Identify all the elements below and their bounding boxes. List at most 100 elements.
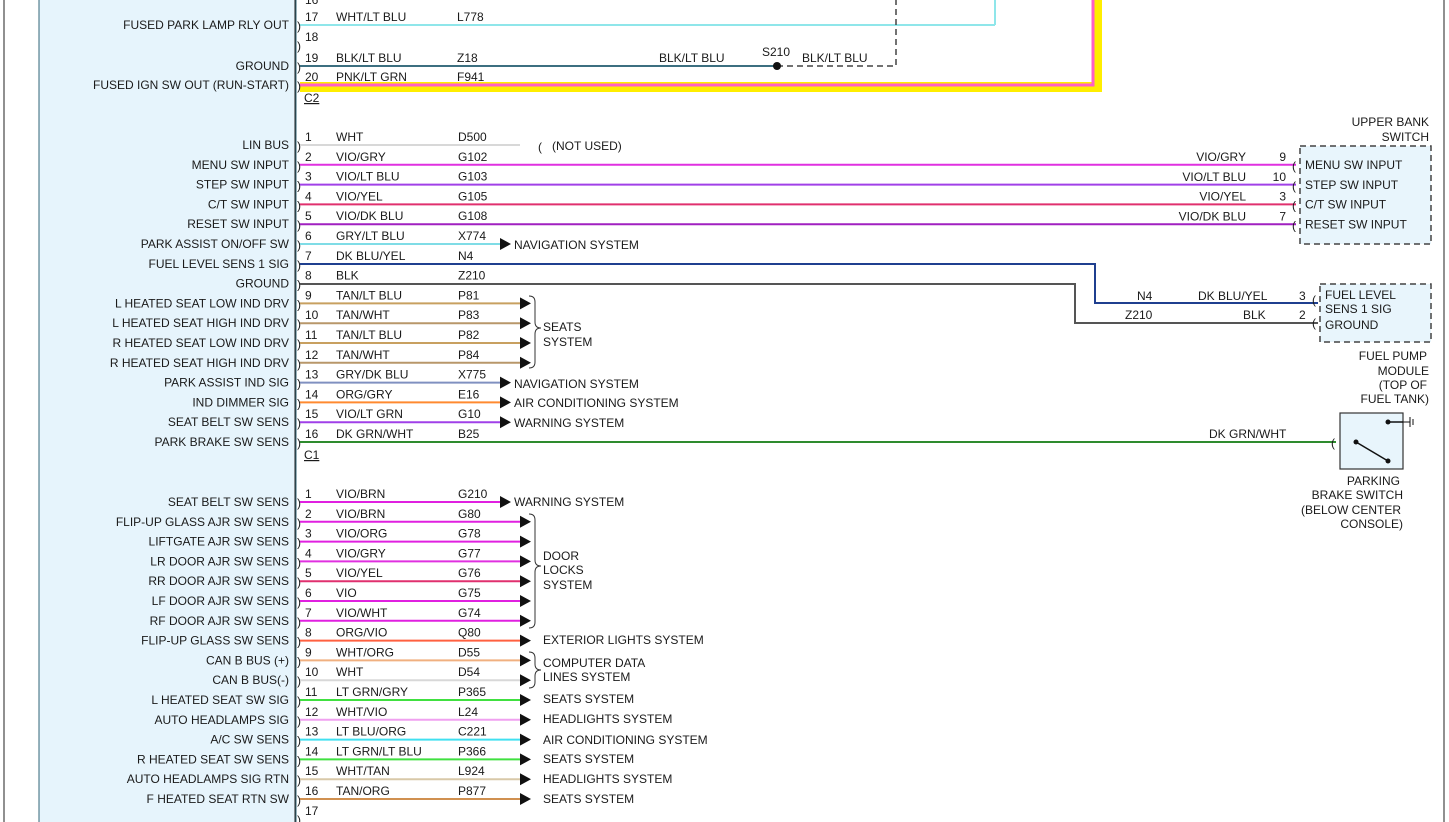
c1-pin-number: 2	[305, 150, 312, 164]
c1-circuit: E16	[458, 387, 480, 401]
c3-pin-label: F HEATED SEAT RTN SW	[147, 792, 290, 806]
c1-pin-label: FUEL LEVEL SENS 1 SIG	[148, 257, 289, 271]
ub-bracket: (	[1292, 218, 1296, 232]
c3-pin-number: 12	[305, 705, 319, 719]
c3-pin-label: A/C SW SENS	[210, 733, 289, 747]
c1-wire-arrow	[500, 376, 511, 389]
c3-circuit: G80	[458, 507, 481, 521]
c1-wire-color: TAN/LT BLU	[336, 288, 402, 302]
c3-pin-label: CAN B BUS(-)	[212, 673, 289, 687]
c1-connector-name: C1	[304, 448, 320, 462]
c2-wire-color: WHT/LT BLU	[336, 10, 406, 24]
c3-pin-label: LIFTGATE AJR SW SENS	[149, 535, 289, 549]
fuel-title-2: MODULE	[1378, 364, 1429, 378]
c2-pin-number: 17	[305, 10, 319, 24]
splice-left-color: BLK/LT BLU	[659, 51, 725, 65]
c3-pin-number: 13	[305, 725, 319, 739]
c1-circuit: G108	[458, 209, 488, 223]
c3-pin-number: 17	[305, 804, 319, 818]
c3-circuit: L924	[458, 764, 485, 778]
c3-wire-color: LT GRN/GRY	[336, 685, 408, 699]
dest-warning-1: WARNING SYSTEM	[514, 416, 624, 430]
fuel-title-3: (TOP OF	[1379, 378, 1427, 392]
c1-wire-color: DK BLU/YEL	[336, 249, 406, 263]
dest-seats-4: SEATS SYSTEM	[543, 752, 634, 766]
c3-wire-color: LT BLU/ORG	[336, 725, 406, 739]
c1-pin-label: L HEATED SEAT LOW IND DRV	[115, 296, 289, 310]
c1-circuit: G102	[458, 150, 488, 164]
c1-wire-arrow	[500, 416, 511, 429]
dest-computer-line2: LINES SYSTEM	[543, 670, 630, 684]
dest-door-line1: DOOR	[543, 549, 579, 563]
c3-pin-label: L HEATED SEAT SW SIG	[151, 693, 289, 707]
park-brake-title-3: (BELOW CENTER	[1301, 503, 1401, 517]
c2-top-pin: 16	[305, 0, 319, 7]
c3-wire-arrow	[520, 575, 531, 588]
c2-connector-name: C2	[304, 91, 320, 105]
dest-warning-2: WARNING SYSTEM	[514, 495, 624, 509]
dest-navigation-2: NAVIGATION SYSTEM	[514, 377, 639, 391]
c3-pin-number: 4	[305, 546, 312, 560]
c1-pin-label: RESET SW INPUT	[187, 217, 289, 231]
c1-pin-label: PARK ASSIST IND SIG	[164, 376, 289, 390]
ub-pin-number: 10	[1273, 170, 1287, 184]
c2-pin-number: 19	[305, 51, 319, 65]
c1-circuit: P83	[458, 308, 480, 322]
c3-wire-arrow	[520, 515, 531, 528]
upper-bank-title-line2: SWITCH	[1382, 130, 1429, 144]
computer-brace	[528, 651, 542, 689]
c1-pin-number: 11	[305, 328, 318, 342]
c1-pin-label: LIN BUS	[242, 138, 289, 152]
c1-wire-color: VIO/YEL	[336, 189, 383, 203]
c3-wire-arrow	[520, 614, 531, 627]
c3-wire-color: ORG/VIO	[336, 626, 387, 640]
not-used-label: (NOT USED)	[552, 139, 622, 153]
c3-wire-color: VIO/WHT	[336, 606, 388, 620]
c3-wire-arrow	[520, 773, 531, 786]
c3-wire-color: VIO/BRN	[336, 487, 385, 501]
c3-wire-arrow	[520, 733, 531, 746]
c3-circuit: C221	[458, 725, 487, 739]
c3-pin-number: 6	[305, 586, 312, 600]
c3-pin-label: AUTO HEADLAMPS SIG	[155, 713, 289, 727]
c1-pin-label: L HEATED SEAT HIGH IND DRV	[112, 316, 289, 330]
ub-pin-number: 7	[1279, 209, 1286, 223]
c3-wire-arrow	[520, 555, 531, 568]
c1-pin-number: 5	[305, 209, 312, 223]
c2-wire-color: PNK/LT GRN	[336, 70, 407, 84]
c3-wire-color: WHT/ORG	[336, 645, 394, 659]
c1-pin-number: 9	[305, 288, 312, 302]
upper-bank-title-line1: UPPER BANK	[1352, 115, 1429, 129]
c2-pin-label: GROUND	[236, 59, 290, 73]
c3-pin-number: 11	[305, 685, 318, 699]
fuel-n4-circuit: N4	[1137, 289, 1153, 303]
dest-ac-2: AIR CONDITIONING SYSTEM	[543, 733, 708, 747]
c2-pin-label: FUSED IGN SW OUT (RUN-START)	[93, 78, 289, 92]
c3-wire-color: TAN/ORG	[336, 784, 390, 798]
c1-circuit: N4	[458, 249, 474, 263]
fuel-title-4: FUEL TANK)	[1361, 392, 1429, 406]
ub-wire-color: VIO/YEL	[1199, 190, 1246, 204]
c3-wire-arrow	[520, 713, 531, 726]
ub-wire-color: VIO/LT BLU	[1182, 170, 1246, 184]
ub-bracket: (	[1292, 199, 1296, 213]
c1-pin-number: 13	[305, 368, 319, 382]
c1-wire-color: WHT	[336, 130, 364, 144]
c3-wire-color: WHT	[336, 665, 364, 679]
c3-pin-number: 16	[305, 784, 319, 798]
c1-wire-arrow	[520, 337, 531, 349]
c3-circuit: D55	[458, 645, 480, 659]
c3-wire-color: LT GRN/LT BLU	[336, 744, 422, 758]
pin-bracket: )	[297, 19, 301, 33]
seats-brace	[528, 295, 542, 369]
c1-wire-arrow	[520, 317, 531, 330]
c1-pin-label: MENU SW INPUT	[192, 158, 290, 172]
c3-wire-arrow	[520, 694, 531, 706]
c1-wire-color: GRY/LT BLU	[336, 229, 405, 243]
c1-circuit: X775	[458, 368, 486, 382]
ub-wire-color: VIO/DK BLU	[1179, 209, 1246, 223]
c1-pin-label: PARK ASSIST ON/OFF SW	[141, 237, 290, 251]
c3-wire-color: VIO	[336, 586, 357, 600]
c2-pin-label: FUSED PARK LAMP RLY OUT	[123, 18, 289, 32]
c3-pin-number: 3	[305, 527, 312, 541]
